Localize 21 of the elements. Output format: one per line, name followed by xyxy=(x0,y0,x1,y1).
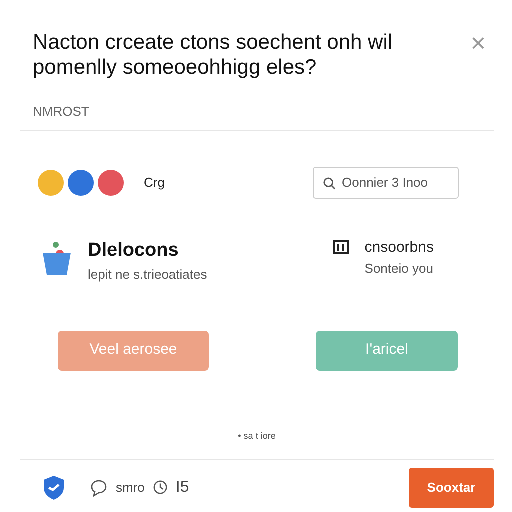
shield-check-icon[interactable] xyxy=(42,474,66,500)
app-icon[interactable] xyxy=(68,170,94,196)
comment-icon[interactable] xyxy=(90,478,108,496)
item-title: Dlelocons xyxy=(88,238,180,262)
time-count: I5 xyxy=(176,478,190,498)
app-label: Crg xyxy=(144,174,165,192)
clock-icon xyxy=(152,480,168,495)
action-button[interactable]: I'aricel xyxy=(316,330,458,370)
grid-icon xyxy=(332,240,349,254)
close-button[interactable]: × xyxy=(462,30,494,56)
item-subtitle: lepit ne s.trieoatiates xyxy=(88,266,208,284)
dialog-title: Nacton crceate ctons soechent onh wil pomenlly someoeohhigg eles? xyxy=(32,30,394,80)
submit-button[interactable]: Sooxtar xyxy=(409,468,494,508)
search-field[interactable]: Oonnier 3 Inoo xyxy=(313,166,459,198)
item-subtitle: Sonteio you xyxy=(364,260,434,278)
footnote: • sa t iore xyxy=(238,430,276,440)
item-title: cnsoorbns xyxy=(364,238,434,258)
comment-count: smro xyxy=(116,478,145,497)
section-label: NMROST xyxy=(32,103,90,121)
app-icon[interactable] xyxy=(98,170,124,196)
action-button[interactable]: Veel aerosee xyxy=(58,330,209,370)
